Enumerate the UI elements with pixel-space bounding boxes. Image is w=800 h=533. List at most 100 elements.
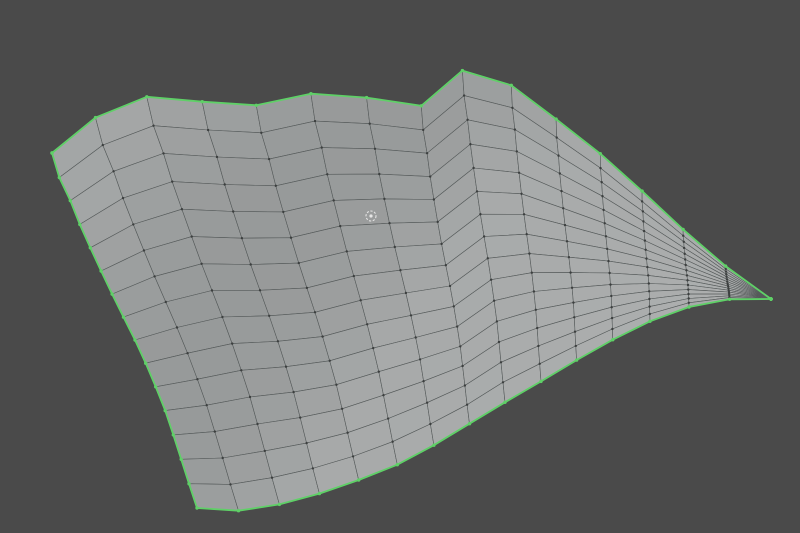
mesh-face[interactable] xyxy=(211,289,270,318)
selected-vertex-icon[interactable] xyxy=(88,246,93,250)
mesh-vertex-icon[interactable] xyxy=(611,327,614,331)
mesh-vertex-icon[interactable] xyxy=(610,306,613,309)
mesh-vertex-icon[interactable] xyxy=(492,299,496,302)
selected-vertex-icon[interactable] xyxy=(539,379,543,384)
mesh-vertex-icon[interactable] xyxy=(574,344,577,348)
mesh-vertex-icon[interactable] xyxy=(101,143,105,147)
mesh-vertex-icon[interactable] xyxy=(162,152,165,155)
mesh-vertex-icon[interactable] xyxy=(240,369,243,372)
mesh-vertex-icon[interactable] xyxy=(517,171,521,174)
mesh-vertex-icon[interactable] xyxy=(726,284,730,288)
selected-vertex-icon[interactable] xyxy=(460,68,465,73)
mesh-vertex-icon[interactable] xyxy=(436,220,439,224)
mesh-vertex-icon[interactable] xyxy=(366,323,369,326)
mesh-vertex-icon[interactable] xyxy=(562,207,565,210)
mesh-vertex-icon[interactable] xyxy=(609,283,612,286)
mesh-vertex-icon[interactable] xyxy=(475,190,479,193)
mesh-vertex-icon[interactable] xyxy=(642,229,646,233)
mesh-vertex-icon[interactable] xyxy=(268,314,271,317)
mesh-vertex-icon[interactable] xyxy=(479,213,482,216)
mesh-vertex-icon[interactable] xyxy=(332,199,335,202)
mesh-vertex-icon[interactable] xyxy=(725,273,728,276)
selected-vertex-icon[interactable] xyxy=(503,400,507,404)
mesh-vertex-icon[interactable] xyxy=(687,301,690,304)
mesh-vertex-icon[interactable] xyxy=(132,223,135,226)
mesh-vertex-icon[interactable] xyxy=(274,184,277,187)
mesh-vertex-icon[interactable] xyxy=(725,275,728,278)
mesh-vertex-icon[interactable] xyxy=(682,240,685,243)
selected-vertex-icon[interactable] xyxy=(57,175,61,180)
mesh-vertex-icon[interactable] xyxy=(608,271,611,275)
mesh-vertex-icon[interactable] xyxy=(687,288,690,291)
mesh-face[interactable] xyxy=(250,262,308,291)
mesh-face[interactable] xyxy=(163,153,225,185)
mesh-vertex-icon[interactable] xyxy=(610,294,613,298)
selected-vertex-icon[interactable] xyxy=(727,297,732,301)
selected-vertex-icon[interactable] xyxy=(187,482,191,486)
mesh-vertex-icon[interactable] xyxy=(641,210,645,213)
mesh-vertex-icon[interactable] xyxy=(305,441,308,445)
selected-vertex-icon[interactable] xyxy=(467,422,472,426)
mesh-vertex-icon[interactable] xyxy=(499,361,503,364)
mesh-face[interactable] xyxy=(339,222,396,252)
mesh-vertex-icon[interactable] xyxy=(223,183,226,186)
mesh-vertex-icon[interactable] xyxy=(570,286,574,289)
selected-vertex-icon[interactable] xyxy=(598,152,602,156)
mesh-vertex-icon[interactable] xyxy=(573,316,576,319)
mesh-vertex-icon[interactable] xyxy=(292,390,295,394)
mesh-face[interactable] xyxy=(374,148,431,177)
mesh-vertex-icon[interactable] xyxy=(686,283,690,287)
mesh-vertex-icon[interactable] xyxy=(440,242,443,246)
mesh-vertex-icon[interactable] xyxy=(377,370,380,373)
mesh-vertex-icon[interactable] xyxy=(683,252,686,255)
selected-vertex-icon[interactable] xyxy=(163,408,167,413)
mesh-vertex-icon[interactable] xyxy=(404,291,408,295)
mesh-vertex-icon[interactable] xyxy=(648,312,651,316)
mesh-vertex-icon[interactable] xyxy=(299,416,302,419)
mesh-face[interactable] xyxy=(389,221,442,248)
mesh-vertex-icon[interactable] xyxy=(270,476,274,479)
mesh-vertex-icon[interactable] xyxy=(647,282,650,285)
3d-viewport[interactable] xyxy=(0,0,800,533)
mesh-vertex-icon[interactable] xyxy=(682,234,685,237)
mesh-vertex-icon[interactable] xyxy=(429,422,432,426)
mesh-vertex-icon[interactable] xyxy=(305,286,309,290)
mesh-vertex-icon[interactable] xyxy=(525,233,528,236)
selected-vertex-icon[interactable] xyxy=(236,509,241,513)
mesh-vertex-icon[interactable] xyxy=(647,274,650,277)
mesh-face[interactable] xyxy=(476,191,525,215)
mesh-vertex-icon[interactable] xyxy=(724,267,727,271)
mesh-vertex-icon[interactable] xyxy=(240,237,244,240)
mesh-face[interactable] xyxy=(384,198,439,224)
selected-vertex-icon[interactable] xyxy=(171,433,175,437)
selected-vertex-icon[interactable] xyxy=(648,319,652,323)
mesh-vertex-icon[interactable] xyxy=(599,166,602,170)
mesh-vertex-icon[interactable] xyxy=(231,342,234,345)
selected-vertex-icon[interactable] xyxy=(50,151,54,155)
mesh-vertex-icon[interactable] xyxy=(418,358,422,361)
selected-vertex-icon[interactable] xyxy=(145,95,149,99)
mesh-vertex-icon[interactable] xyxy=(399,269,402,272)
mesh-vertex-icon[interactable] xyxy=(482,235,486,238)
mesh-face[interactable] xyxy=(207,129,270,160)
mesh-vertex-icon[interactable] xyxy=(152,124,155,127)
mesh-vertex-icon[interactable] xyxy=(313,119,317,123)
mesh-vertex-icon[interactable] xyxy=(687,297,690,300)
mesh-vertex-icon[interactable] xyxy=(558,172,561,175)
mesh-face[interactable] xyxy=(333,198,390,227)
selected-vertex-icon[interactable] xyxy=(195,506,199,510)
mesh-face[interactable] xyxy=(181,208,243,239)
mesh-vertex-icon[interactable] xyxy=(489,278,493,281)
mesh-face[interactable] xyxy=(171,181,234,212)
mesh-vertex-icon[interactable] xyxy=(557,154,560,157)
selected-vertex-icon[interactable] xyxy=(110,292,114,296)
selected-vertex-icon[interactable] xyxy=(419,104,423,108)
selected-vertex-icon[interactable] xyxy=(179,457,183,461)
mesh-vertex-icon[interactable] xyxy=(345,250,348,253)
mesh-vertex-icon[interactable] xyxy=(373,147,377,150)
mesh-vertex-icon[interactable] xyxy=(685,269,688,272)
mesh-vertex-icon[interactable] xyxy=(452,305,455,308)
mesh-vertex-icon[interactable] xyxy=(684,263,687,267)
mesh-vertex-icon[interactable] xyxy=(444,264,447,267)
mesh-vertex-icon[interactable] xyxy=(643,239,647,242)
